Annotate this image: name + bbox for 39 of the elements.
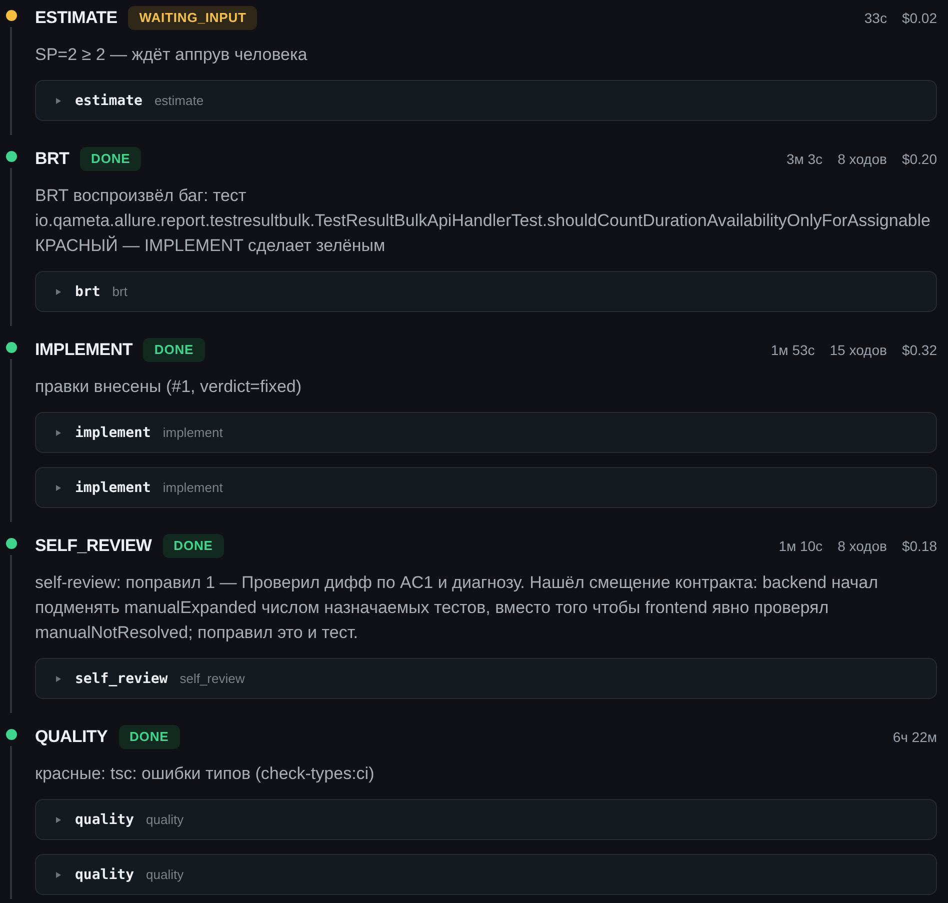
stage-meta-text: $0.20 bbox=[902, 151, 937, 167]
stage-title: IMPLEMENT bbox=[35, 340, 132, 360]
step-toggle[interactable]: implement implement bbox=[35, 412, 937, 453]
status-badge: DONE bbox=[143, 338, 205, 362]
step-toggle[interactable]: implement implement bbox=[35, 467, 937, 508]
step-toggle[interactable]: quality quality bbox=[35, 799, 937, 840]
status-badge: DONE bbox=[80, 147, 142, 171]
stage-title: ESTIMATE bbox=[35, 8, 118, 28]
stage-description: правки внесены (#1, verdict=fixed) bbox=[35, 376, 303, 398]
status-badge: DONE bbox=[162, 534, 224, 558]
stage-description: красные: tsc: ошибки типов (check-types:ci) bbox=[35, 763, 376, 785]
stage-title: QUALITY bbox=[35, 727, 108, 747]
stage-title: BRT bbox=[35, 149, 70, 169]
stage-description: SP=2 ≥ 2 — ждёт аппрув человека bbox=[35, 44, 308, 66]
stage-meta-text: 8 ходов bbox=[838, 538, 887, 554]
stage-meta-text: $0.18 bbox=[902, 538, 937, 554]
stage-title: SELF_REVIEW bbox=[35, 536, 152, 556]
stage-meta-text: 8 ходов bbox=[838, 151, 887, 167]
step-toggle[interactable]: self_review self_review bbox=[35, 658, 937, 699]
step-toggle[interactable]: quality quality bbox=[35, 854, 937, 895]
status-dot-icon bbox=[6, 10, 17, 21]
stage-meta-text: 1м 10с bbox=[778, 538, 823, 554]
stage-description: self-review: поправил 1 — Проверил дифф по AC1 и диагнозу. Нашёл смещение контракта: backend начал подменять manualExpanded числом назначаемых тестов, вместо того чтобы frontend явно проверял manualNotResolved; поправил это и тест. bbox=[35, 572, 880, 644]
status-dot-icon bbox=[6, 342, 17, 353]
status-badge: DONE bbox=[118, 725, 180, 749]
status-dot-icon bbox=[6, 729, 17, 740]
status-badge: WAITING_INPUT bbox=[128, 6, 258, 30]
status-dot-icon bbox=[6, 151, 17, 162]
step-toggle[interactable]: estimate estimate bbox=[35, 80, 937, 121]
step-toggle[interactable]: brt brt bbox=[35, 271, 937, 312]
stage-meta-text: 33с bbox=[864, 10, 887, 26]
stage-meta-text: $0.32 bbox=[902, 342, 937, 358]
stage-meta-text: 3м 3с bbox=[786, 151, 823, 167]
stage-meta-text: 6ч 22м bbox=[892, 729, 937, 745]
status-dot-icon bbox=[6, 538, 17, 549]
stage-description: BRT воспроизвёл баг: тест io.qameta.allure.report.testresultbulk.TestResultBulkApiHandlerTest.shouldCountDurationAvailabilityOnlyForAssignable КРАСНЫЙ — IMPLEMENT сделает зелёным bbox=[35, 185, 932, 257]
stage-meta-text: $0.02 bbox=[902, 10, 937, 26]
stage-meta-text: 15 ходов bbox=[830, 342, 887, 358]
stage-meta-text: 1м 53с bbox=[770, 342, 815, 358]
